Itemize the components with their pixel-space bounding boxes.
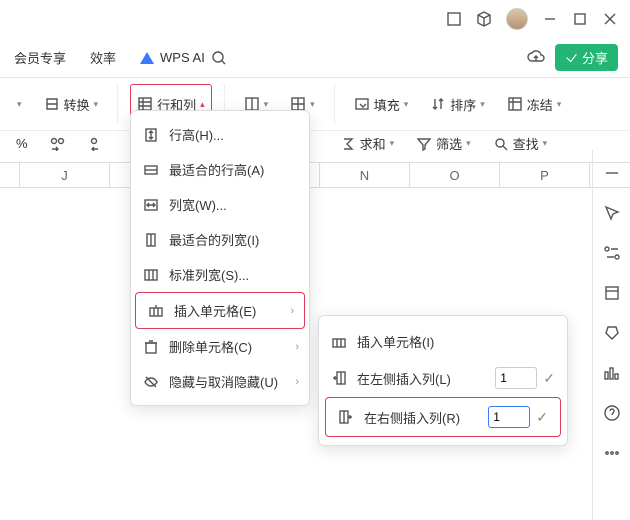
bestrow-icon [143, 162, 159, 178]
freeze-icon [507, 96, 523, 112]
colwidth-icon [143, 197, 159, 213]
filter-button[interactable]: 筛选▾ [410, 131, 477, 156]
sum-icon [340, 136, 356, 152]
find-icon [493, 136, 509, 152]
insertcell-icon [331, 334, 347, 350]
more-icon[interactable] [603, 444, 621, 462]
sheet-icon[interactable] [603, 284, 621, 302]
column-headers: J N O P [0, 162, 630, 188]
mi-std-width[interactable]: 标准列宽(S)... [131, 257, 309, 292]
titlebar [0, 0, 630, 38]
convert-icon [44, 96, 60, 112]
ins-left-count[interactable] [495, 367, 537, 389]
col-p[interactable]: P [500, 163, 590, 187]
col-n[interactable]: N [320, 163, 410, 187]
hide-icon [143, 374, 159, 390]
mi-best-col[interactable]: 最适合的列宽(I) [131, 222, 309, 257]
confirm-left-icon[interactable]: ✓ [543, 370, 555, 387]
tab-efficiency[interactable]: 效率 [90, 48, 116, 67]
sort-button[interactable]: 排序▾ [423, 84, 492, 124]
share-button[interactable]: 分享 [555, 44, 618, 71]
mi-hide[interactable]: 隐藏与取消隐藏(U) › [131, 364, 309, 399]
search-icon[interactable] [211, 50, 227, 66]
sum-button[interactable]: 求和▾ [334, 131, 401, 156]
dec-dec-button[interactable] [84, 131, 114, 156]
freeze-button[interactable]: 冻结▾ [500, 84, 569, 124]
separator [117, 84, 118, 124]
ins-right-count[interactable] [488, 406, 530, 428]
wpsai-logo-icon [140, 52, 154, 64]
bestcol-icon [143, 232, 159, 248]
chevron-right-icon: › [290, 305, 294, 317]
insright-icon [338, 409, 354, 425]
mi-delete-cell[interactable]: 删除单元格(C) › [131, 329, 309, 364]
col-o[interactable]: O [410, 163, 500, 187]
rowheight-icon [143, 127, 159, 143]
dropdown-left[interactable]: ▾ [10, 84, 29, 124]
mi-insert-cell[interactable]: 插入单元格(E) › [135, 292, 305, 329]
sm-insert-cell[interactable]: 插入单元格(I) [319, 324, 567, 359]
separator [334, 84, 335, 124]
maximize-icon[interactable] [572, 11, 588, 27]
convert-button[interactable]: 转换▾ [37, 84, 106, 124]
side-panel [592, 150, 630, 520]
col-j[interactable]: J [20, 163, 110, 187]
share-label: 分享 [582, 48, 608, 67]
chart-icon[interactable] [603, 364, 621, 382]
cloud-upload-icon[interactable] [527, 49, 545, 67]
help-icon[interactable] [603, 404, 621, 422]
wpsai-label: WPS AI [160, 50, 205, 65]
insert-cells-submenu: 插入单元格(I) 在左侧插入列(L) ✓ 在右侧插入列(R) ✓ [318, 315, 568, 446]
insleft-icon [331, 370, 347, 386]
chevron-right-icon: › [295, 376, 299, 388]
window-square-icon[interactable] [446, 11, 462, 27]
mi-col-width[interactable]: 列宽(W)... [131, 187, 309, 222]
chevron-right-icon: › [295, 341, 299, 353]
stdwidth-icon [143, 267, 159, 283]
cube-icon[interactable] [476, 11, 492, 27]
avatar[interactable] [506, 8, 528, 30]
settings-icon[interactable] [603, 244, 621, 262]
find-button[interactable]: 查找▾ [487, 131, 554, 156]
insertcell-icon [148, 303, 164, 319]
line-icon[interactable] [603, 164, 621, 182]
dec-inc-button[interactable] [44, 131, 74, 156]
toolbar: ▾ 转换▾ 行和列▴ ▾ ▾ 填充▾ 排序▾ 冻结▾ [0, 78, 630, 131]
wps-ai[interactable]: WPS AI [140, 50, 227, 66]
percent-button[interactable]: % [10, 131, 34, 156]
deletecell-icon [143, 339, 159, 355]
mi-best-row[interactable]: 最适合的行高(A) [131, 152, 309, 187]
rows-cols-menu: 行高(H)... 最适合的行高(A) 列宽(W)... 最适合的列宽(I) 标准… [130, 110, 310, 406]
fill-button[interactable]: 填充▾ [347, 84, 416, 124]
confirm-right-icon[interactable]: ✓ [536, 409, 548, 426]
tool-icon[interactable] [603, 324, 621, 342]
close-icon[interactable] [602, 11, 618, 27]
cursor-icon[interactable] [603, 204, 621, 222]
sm-insert-right[interactable]: 在右侧插入列(R) ✓ [325, 397, 561, 437]
filter-icon [416, 136, 432, 152]
minimize-icon[interactable] [542, 11, 558, 27]
ribbon-tabs: 会员专享 效率 WPS AI 分享 [0, 38, 630, 78]
tab-member[interactable]: 会员专享 [14, 48, 66, 67]
sm-insert-left[interactable]: 在左侧插入列(L) ✓ [319, 359, 567, 397]
sort-icon [430, 96, 446, 112]
mi-row-height[interactable]: 行高(H)... [131, 117, 309, 152]
fill-icon [354, 96, 370, 112]
